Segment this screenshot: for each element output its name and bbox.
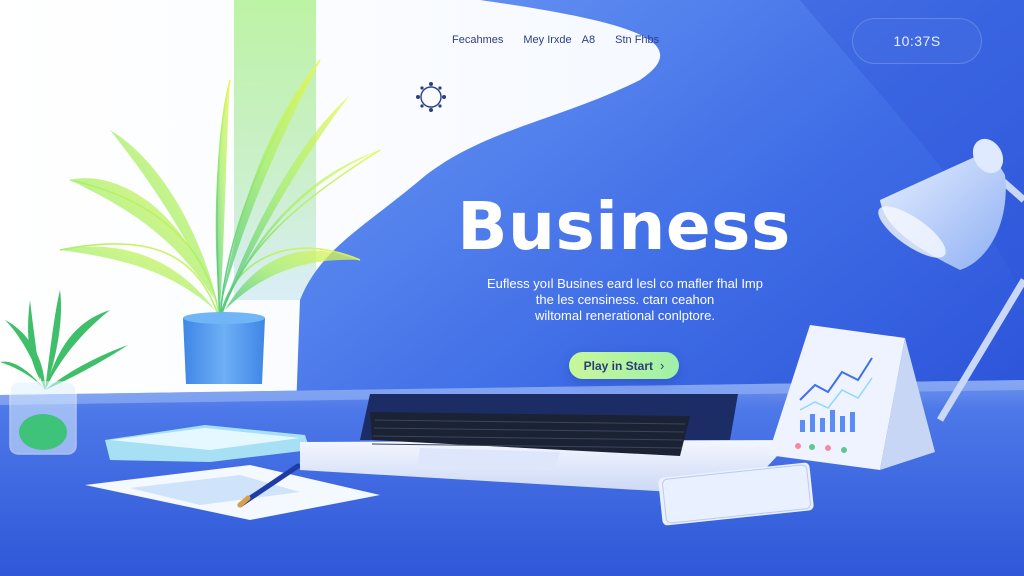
hero-subtitle: Eufless yoıl Busines eard lesl co mafler… <box>440 276 810 324</box>
clock-pill: 10:37S <box>852 18 982 64</box>
hero-subtitle-line-2: the les censiness. ctarı ceahon <box>535 292 715 307</box>
nav-item-my-inde[interactable]: Mey Irxde <box>523 34 571 46</box>
cta-label: Play in Start <box>583 358 653 373</box>
gear-icon <box>416 82 446 112</box>
landing-scene: Fecahmes Mey Irxde A8 Stn Fhbs 10:37S Bu… <box>0 0 1024 576</box>
clock-time: 10:37S <box>893 33 941 49</box>
nav-item-stn-fhbs[interactable]: Stn Fhbs <box>615 34 659 46</box>
nav-item-a8[interactable]: A8 <box>582 34 595 46</box>
chevron-right-icon: › <box>660 358 665 373</box>
play-in-start-button[interactable]: Play in Start › <box>569 352 679 379</box>
nav-item-features[interactable]: Fecahmes <box>452 34 503 46</box>
hero-subtitle-line-1: Eufless yoıl Busines eard lesl co mafler… <box>486 276 763 291</box>
top-nav: Fecahmes Mey Irxde A8 Stn Fhbs <box>452 34 659 46</box>
hero-title: Business <box>457 188 791 265</box>
hero-subtitle-line-3: wiltomal renerational conlptore. <box>535 308 715 323</box>
